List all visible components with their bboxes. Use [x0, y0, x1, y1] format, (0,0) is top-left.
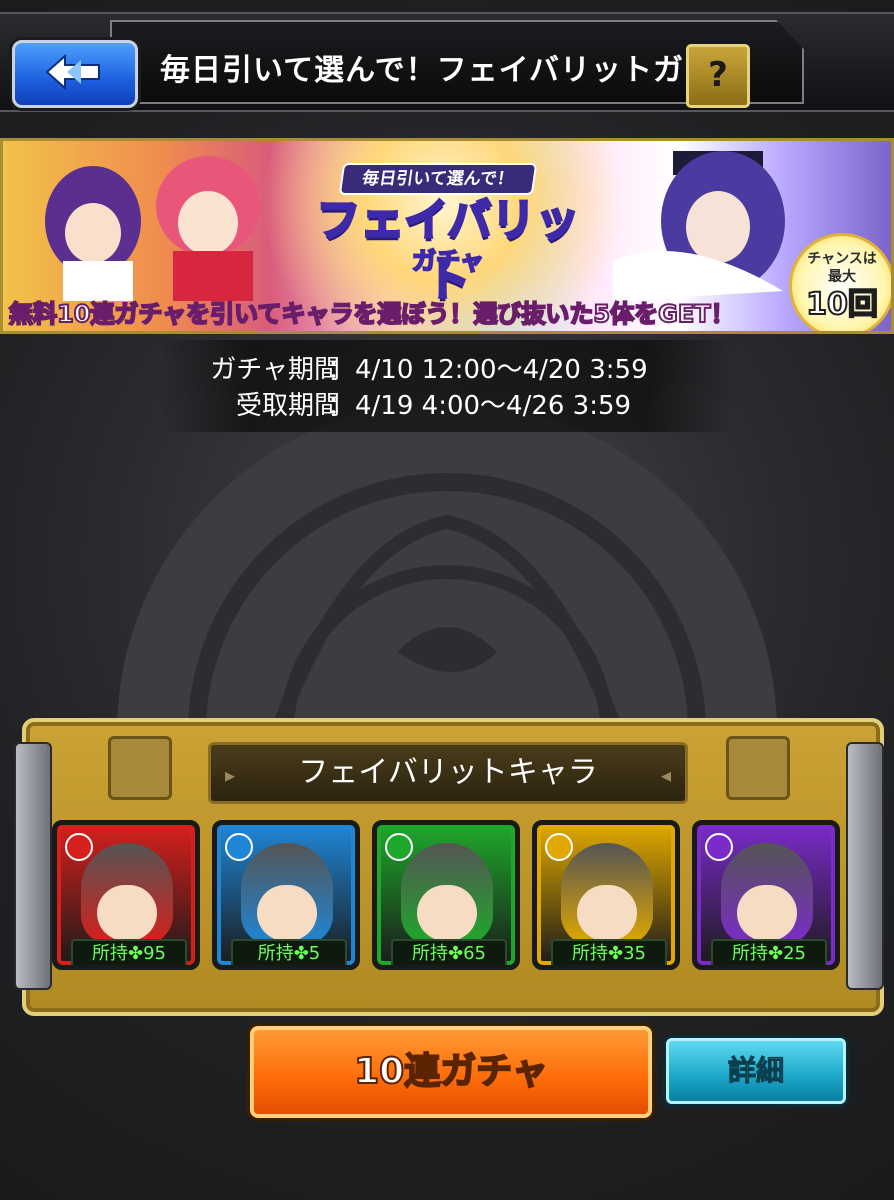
character-face	[417, 885, 477, 941]
panel-side-right	[846, 742, 884, 990]
receive-period-label: 受取期間	[235, 391, 340, 421]
panel-slot-right	[726, 736, 790, 800]
element-fire-icon	[65, 833, 93, 861]
banner-characters-left	[45, 156, 260, 301]
banner-logo-main: フェイバリット	[315, 194, 581, 308]
chance-badge: チャンスは 最大 10回	[789, 233, 891, 331]
banner-logo-sub: ガチャ	[411, 246, 485, 276]
panel-slot-left	[108, 736, 172, 800]
favorite-title-bar: ▸ フェイバリットキャラ ◂	[208, 742, 688, 804]
ten-pull-gacha-button[interactable]: 10連ガチャ	[250, 1026, 652, 1118]
favorite-character-4[interactable]: 所持✤35	[532, 820, 680, 970]
banner-logo: 毎日引いて選んで！ フェイバリット ガチャ	[303, 151, 593, 308]
owned-count: 所持✤25	[711, 939, 827, 965]
chance-badge-count: 10回	[805, 286, 879, 323]
gacha-period-colon: ：	[326, 355, 353, 385]
element-light-icon	[545, 833, 573, 861]
element-wood-icon	[385, 833, 413, 861]
favorite-character-3[interactable]: 所持✤65	[372, 820, 520, 970]
back-button[interactable]	[12, 40, 138, 108]
owned-count: 所持✤5	[231, 939, 347, 965]
owned-count: 所持✤65	[391, 939, 507, 965]
character-face	[257, 885, 317, 941]
banner-caption: 無料10連ガチャを引いてキャラを選ぼう！選び抜いた5体をGET！	[8, 299, 736, 329]
chance-badge-line2: 最大	[828, 269, 856, 285]
back-arrow-icon	[45, 53, 100, 91]
character-face	[97, 885, 157, 941]
background-emblem	[97, 402, 797, 742]
favorite-character-1[interactable]: 所持✤95	[52, 820, 200, 970]
receive-period-row: 受取期間 ： 4/19 4:00〜4/26 3:59	[160, 388, 735, 424]
page-title: 毎日引いて選んで！フェイバリットガチャ	[160, 53, 746, 88]
owned-count: 所持✤95	[71, 939, 187, 965]
period-info: ガチャ期間 ： 4/10 12:00〜4/20 3:59 受取期間 ： 4/19…	[160, 340, 735, 432]
receive-period-colon: ：	[326, 391, 353, 421]
character-face	[577, 885, 637, 941]
panel-side-left	[14, 742, 52, 990]
owned-count: 所持✤35	[551, 939, 667, 965]
element-dark-icon	[705, 833, 733, 861]
gacha-period-value: 4/10 12:00〜4/20 3:59	[355, 355, 648, 385]
help-button[interactable]: ?	[686, 44, 750, 108]
header: 毎日引いて選んで！フェイバリットガチャ ?	[0, 0, 894, 120]
element-water-icon	[225, 833, 253, 861]
receive-period-value: 4/19 4:00〜4/26 3:59	[355, 391, 632, 421]
favorite-character-5[interactable]: 所持✤25	[692, 820, 840, 970]
favorite-title: フェイバリットキャラ	[298, 755, 598, 790]
chance-badge-line1: チャンスは	[807, 251, 877, 267]
detail-button[interactable]: 詳細	[666, 1038, 846, 1104]
character-face	[737, 885, 797, 941]
banner-character-right	[613, 151, 785, 301]
favorite-character-2[interactable]: 所持✤5	[212, 820, 360, 970]
gacha-period-label: ガチャ期間	[210, 355, 340, 385]
gacha-banner[interactable]: 毎日引いて選んで！ フェイバリット ガチャ 無料10連ガチャを引いてキャラを選ぼ…	[0, 138, 894, 334]
gacha-period-row: ガチャ期間 ： 4/10 12:00〜4/20 3:59	[160, 352, 735, 388]
title-bar-right-arrow-icon: ◂	[660, 763, 671, 787]
